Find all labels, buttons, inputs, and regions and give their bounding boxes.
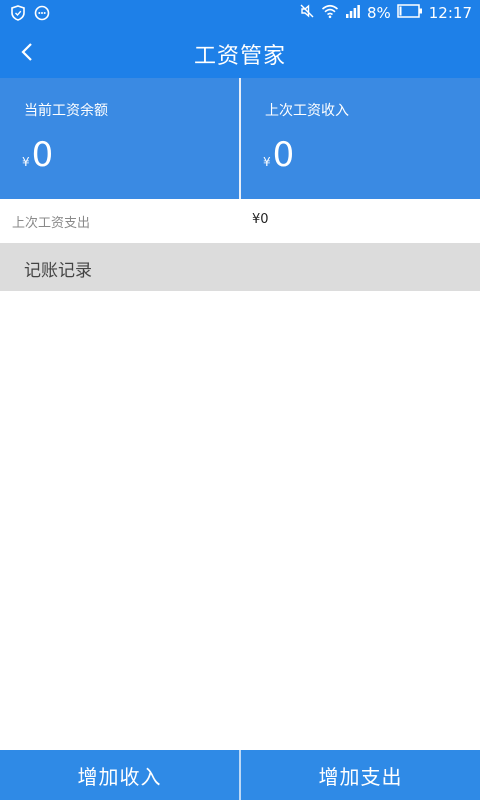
bottom-action-bar: 增加收入 增加支出 (0, 750, 480, 800)
summary-cards: 当前工资余额 ¥ 0 上次工资收入 ¥ 0 (0, 78, 480, 199)
last-expense-label: 上次工资支出 (12, 216, 91, 231)
battery-icon (397, 4, 423, 22)
currency-symbol: ¥ (263, 155, 271, 169)
app-bar: 工资管家 (0, 26, 480, 78)
wifi-icon (321, 3, 339, 23)
status-bar: 8% 12:17 (0, 0, 480, 26)
records-header: 记账记录 (0, 243, 480, 291)
current-balance-card: 当前工资余额 ¥ 0 (0, 78, 239, 199)
currency-symbol: ¥ (22, 155, 30, 169)
add-income-button[interactable]: 增加收入 (0, 750, 239, 800)
last-expense-row: 上次工资支出 ¥0 (0, 199, 480, 244)
last-income-amount: ¥ 0 (263, 138, 294, 172)
records-title: 记账记录 (24, 261, 92, 281)
clock: 12:17 (428, 4, 472, 22)
current-balance-label: 当前工资余额 (24, 103, 108, 119)
chat-icon (34, 5, 50, 25)
battery-percent: 8% (366, 4, 391, 22)
last-expense-value: ¥0 (252, 212, 269, 227)
page-title: 工资管家 (193, 44, 286, 69)
mute-icon (299, 3, 315, 23)
shield-icon (10, 5, 26, 25)
current-balance-amount: ¥ 0 (22, 138, 53, 172)
last-income-label: 上次工资收入 (265, 103, 349, 119)
last-income-card: 上次工资收入 ¥ 0 (241, 78, 480, 199)
last-income-value: 0 (272, 135, 295, 175)
records-list[interactable] (0, 291, 480, 750)
signal-icon (345, 3, 361, 23)
add-expense-button[interactable]: 增加支出 (241, 750, 480, 800)
current-balance-value: 0 (31, 135, 54, 175)
